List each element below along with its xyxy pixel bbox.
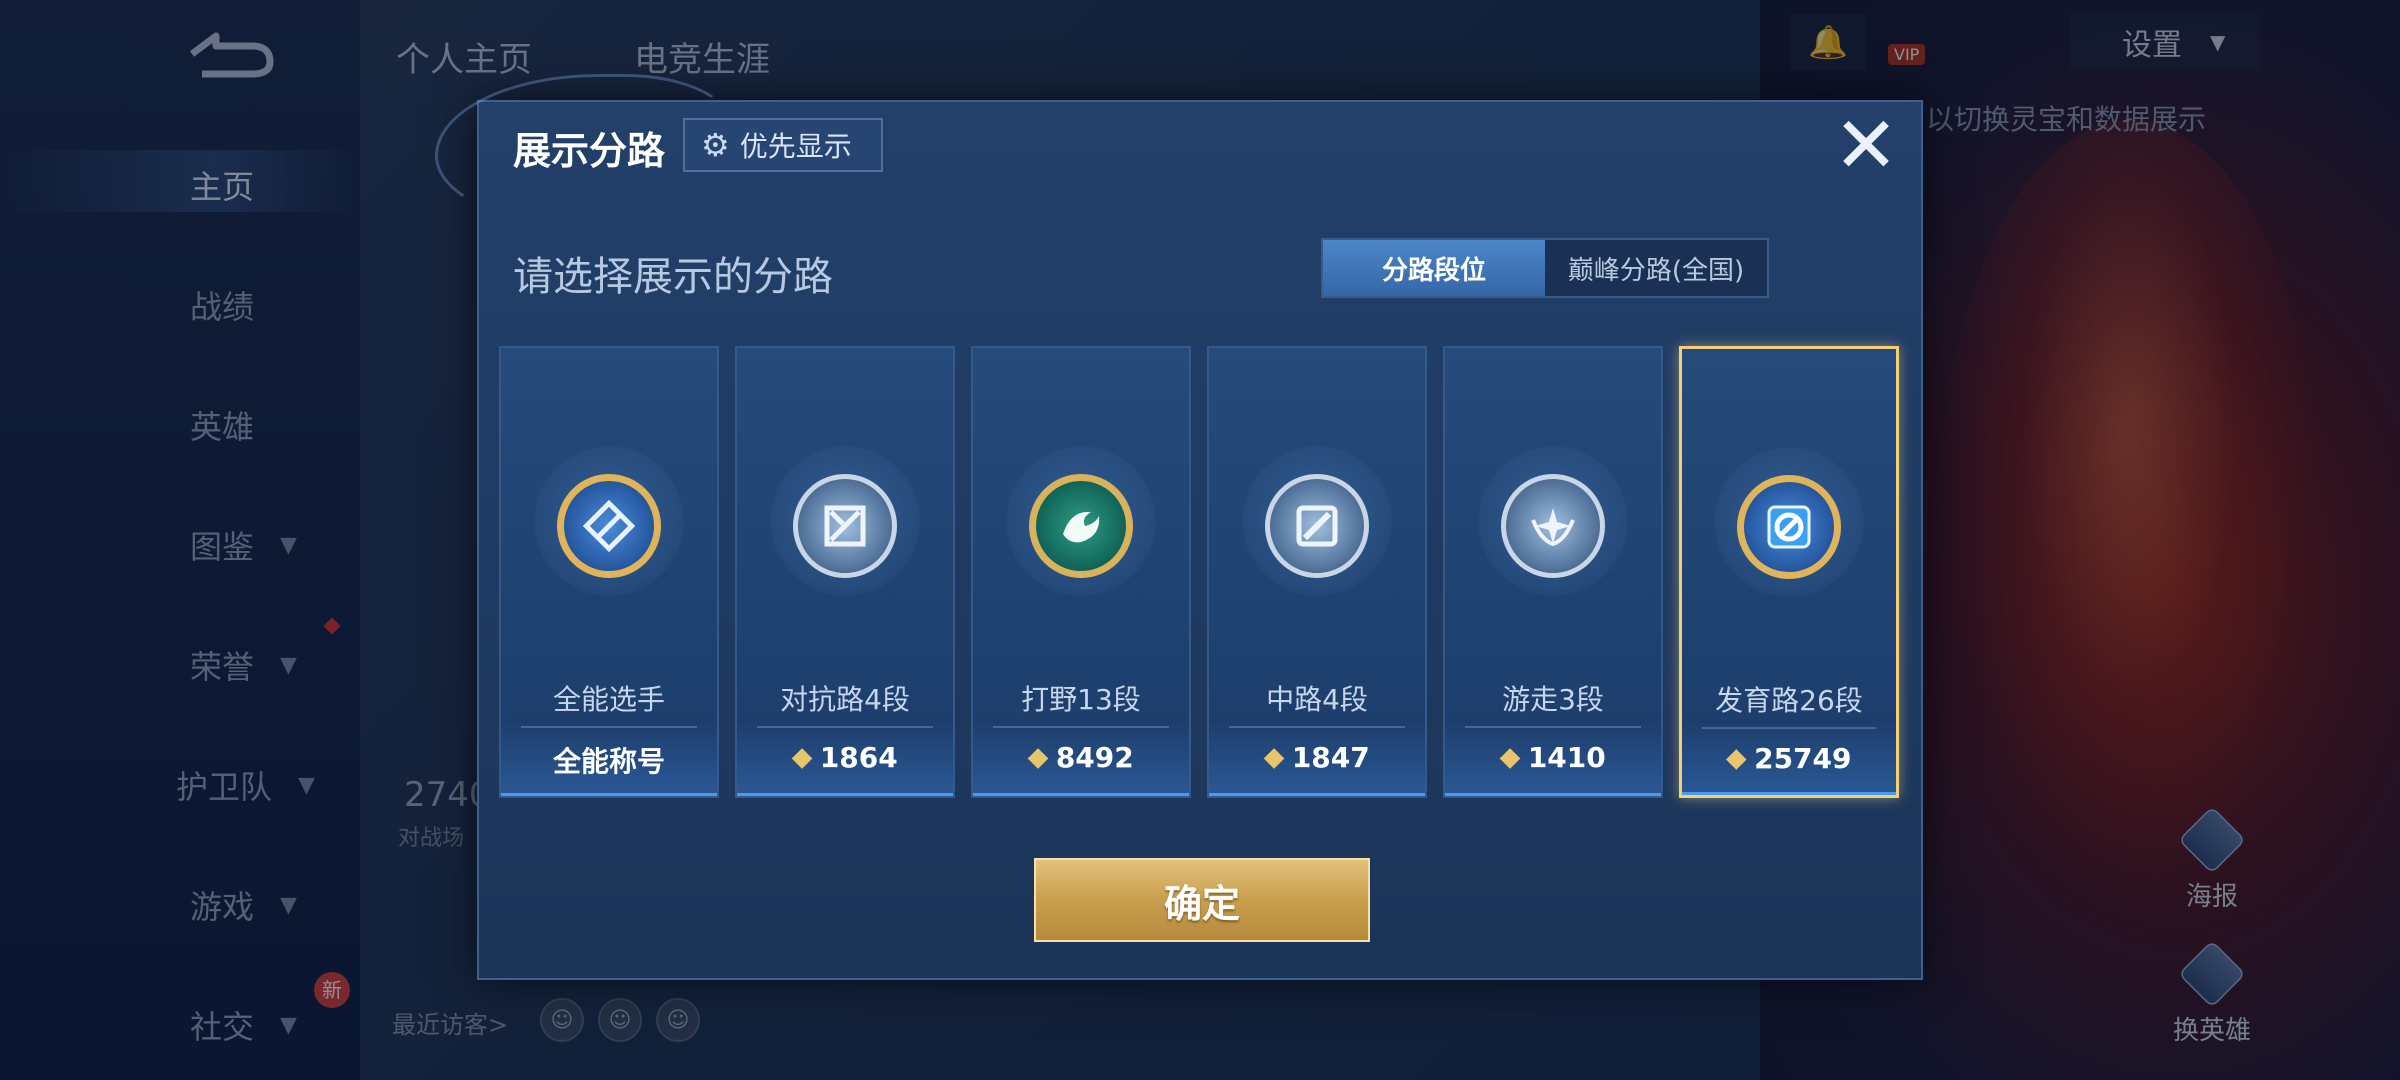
lane-card-roam[interactable]: 游走3段 ⬥ 1410 [1443,346,1663,798]
gear-icon: ⚙ [701,126,730,164]
jungle-icon [1029,474,1133,578]
clash-lane-icon [793,474,897,578]
points-icon: ⬥ [1264,740,1284,773]
lane-card-farm[interactable]: 发育路26段 ⬥ 25749 [1679,346,1899,798]
roam-icon [1501,474,1605,578]
toggle-lane-rank[interactable]: 分路段位 [1323,240,1545,296]
select-lane-prompt: 请选择展示的分路 [513,254,833,300]
lane-name: 游走3段 [1502,683,1604,716]
lane-name: 对抗路4段 [780,683,910,716]
points-icon: ⬥ [1500,740,1520,773]
lane-card-mid[interactable]: 中路4段 ⬥ 1847 [1207,346,1427,798]
points-icon: ⬥ [792,740,812,773]
lane-card-list: 全能选手 全能称号 对抗路4段 ⬥ 1864 打野13段 ⬥ 8492 中路4段… [499,346,1899,798]
card-divider [993,726,1169,728]
lane-name: 打野13段 [1021,683,1141,716]
lane-card-clash[interactable]: 对抗路4段 ⬥ 1864 [735,346,955,798]
confirm-button[interactable]: 确定 [1034,858,1370,942]
lane-score-value: 25749 [1754,741,1852,775]
lane-score: ⬥ 25749 [1682,741,1896,775]
lane-score-value: 1864 [819,740,898,774]
card-divider [1229,726,1405,728]
card-divider [521,726,697,728]
lane-score-value: 8492 [1055,740,1134,774]
dialog-title: 展示分路 [513,129,666,173]
lane-score: ⬥ 1847 [1209,740,1425,774]
mid-lane-icon [1265,474,1369,578]
priority-display-label: 优先显示 [739,130,852,163]
lane-score-value: 1410 [1527,740,1606,774]
allround-icon [557,474,661,578]
farm-lane-icon [1737,475,1841,579]
lane-name: 全能选手 [552,683,665,716]
card-divider [757,726,933,728]
lane-card-allround[interactable]: 全能选手 全能称号 [499,346,719,798]
lane-name: 发育路26段 [1715,684,1863,717]
lane-score-value: 1847 [1291,740,1370,774]
lane-score-value: 全能称号 [552,745,665,778]
card-divider [1702,727,1876,729]
lane-name: 中路4段 [1266,683,1368,716]
priority-display-button[interactable]: ⚙ 优先显示 [683,118,883,172]
points-icon: ⬥ [1028,740,1048,773]
close-icon[interactable]: ✕ [1831,107,1901,185]
toggle-peak-lane-national[interactable]: 巅峰分路(全国) [1545,240,1767,296]
lane-mode-toggle: 分路段位 巅峰分路(全国) [1321,238,1769,298]
lane-score: ⬥ 8492 [973,740,1189,774]
points-icon: ⬥ [1726,741,1747,774]
lane-score: 全能称号 [501,740,717,780]
lane-card-jungle[interactable]: 打野13段 ⬥ 8492 [971,346,1191,798]
card-divider [1465,726,1641,728]
lane-display-dialog: 展示分路 ⚙ 优先显示 ✕ 请选择展示的分路 分路段位 巅峰分路(全国) 全能选… [435,74,1923,980]
lane-score: ⬥ 1410 [1445,740,1661,774]
lane-score: ⬥ 1864 [737,740,953,774]
